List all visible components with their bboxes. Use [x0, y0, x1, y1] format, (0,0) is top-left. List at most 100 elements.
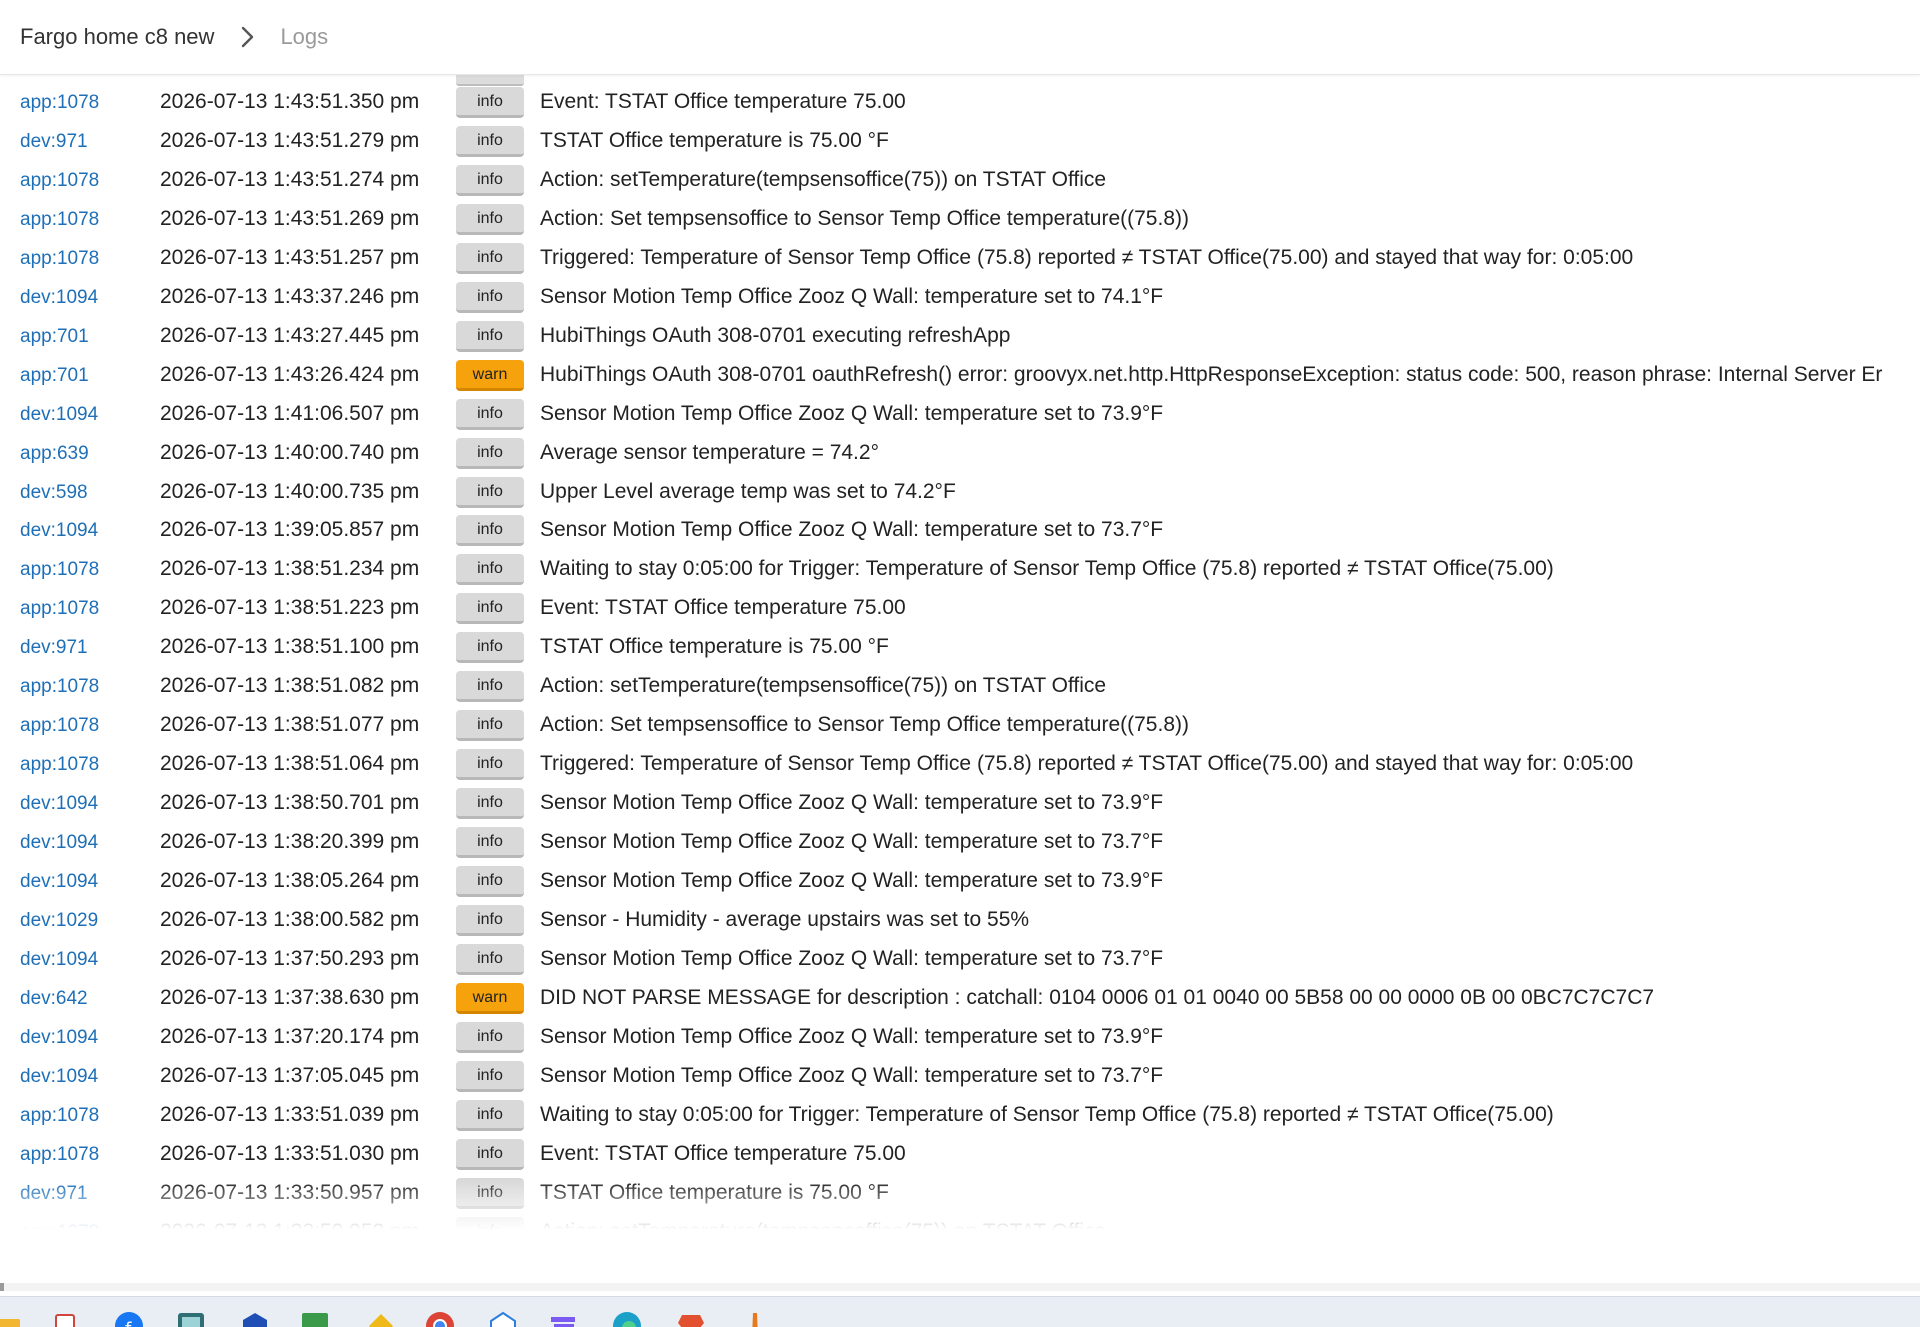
log-source-link[interactable]: app:1078: [20, 676, 99, 698]
log-timestamp: 2026-07-13 1:40:00.740 pm: [160, 440, 420, 464]
log-row: dev:971 2026-07-13 1:43:51.279 pm info TSTA…: [0, 123, 1920, 162]
log-row: dev:971 2026-07-13 1:38:51.100 pm info TSTA…: [0, 629, 1920, 668]
scrollbar-thumb[interactable]: [0, 1283, 4, 1291]
log-timestamp: 2026-07-13 1:41:06.507 pm: [160, 401, 420, 425]
terminal-app-icon[interactable]: [176, 1311, 206, 1327]
log-source-link[interactable]: app:1078: [20, 92, 99, 114]
log-message: Sensor Motion Temp Office Zooz Q Wall: t…: [540, 1024, 1164, 1048]
horizontal-scrollbar[interactable]: [0, 1283, 1920, 1291]
log-source-link[interactable]: app:639: [20, 443, 89, 465]
log-level-badge: info: [456, 125, 524, 157]
log-level-badge: info: [456, 1138, 524, 1170]
log-level-badge: info: [456, 87, 524, 118]
log-source-link[interactable]: app:1078: [20, 715, 99, 737]
stack-app-icon[interactable]: [548, 1311, 578, 1327]
log-message: Sensor - Humidity - average upstairs was…: [540, 907, 1030, 931]
log-row: app:1078 2026-07-13 1:33:51.039 pm info Wai…: [0, 1097, 1920, 1136]
log-source-link[interactable]: app:1078: [20, 248, 99, 270]
log-source-link[interactable]: app:1078: [20, 1105, 99, 1127]
log-timestamp: 2026-07-13 1:38:51.064 pm: [160, 752, 420, 776]
log-row: dev:1094 2026-07-13 1:38:05.264 pm info Sen…: [0, 863, 1920, 902]
log-timestamp: 2026-07-13 1:38:50.701 pm: [160, 791, 420, 815]
log-source-link[interactable]: app:1078: [20, 1144, 99, 1166]
log-message: Waiting to stay 0:05:00 for Trigger: Tem…: [540, 1102, 1554, 1126]
log-source-link[interactable]: app:1078: [20, 598, 99, 620]
log-source-link[interactable]: dev:971: [20, 637, 88, 659]
log-level-badge: warn: [456, 982, 524, 1014]
log-row: app:1078 2026-07-13 1:33:51.030 pm info Eve…: [0, 1136, 1920, 1175]
log-source-link[interactable]: dev:1094: [20, 287, 98, 309]
log-row: app:701 2026-07-13 1:43:26.424 pm warn Hubi…: [0, 357, 1920, 396]
log-message: Event: TSTAT Office temperature 75.00: [540, 90, 906, 113]
log-row: app:1078 2026-07-13 1:38:51.064 pm info Tri…: [0, 746, 1920, 785]
log-level-badge: warn: [456, 359, 524, 391]
log-source-link[interactable]: dev:1094: [20, 404, 98, 426]
breadcrumb-current: Logs: [280, 24, 329, 49]
log-source-link[interactable]: app:1078: [20, 754, 99, 776]
log-source-link[interactable]: dev:1094: [20, 793, 98, 815]
log-timestamp: 2026-07-13 1:43:26.424 pm: [160, 362, 420, 386]
log-level-badge: info: [456, 866, 524, 897]
log-message: Sensor Motion Temp Office Zooz Q Wall: t…: [540, 401, 1164, 425]
log-message: HubiThings OAuth 308-0701 executing refr…: [540, 323, 1011, 347]
file-explorer-icon[interactable]: [0, 1311, 22, 1327]
log-source-link[interactable]: dev:1094: [20, 949, 98, 971]
breadcrumb-home[interactable]: Fargo home c8 new: [20, 24, 214, 50]
log-row: app:1078 2026-07-13 1:43:51.350 pm info Eve…: [0, 84, 1920, 123]
edge-icon[interactable]: [612, 1311, 642, 1327]
notes-app-icon[interactable]: [50, 1311, 80, 1327]
log-row: dev:1094 2026-07-13 1:43:37.246 pm info Sen…: [0, 279, 1920, 318]
log-level-badge: info: [456, 632, 524, 664]
cloud-drive-icon[interactable]: [366, 1311, 396, 1327]
log-source-link[interactable]: app:1078: [20, 209, 99, 231]
log-list: app:1078 2026-07-13 1:43:51.350 pm info Eve…: [0, 74, 1920, 1270]
log-message: Triggered: Temperature of Sensor Temp Of…: [540, 752, 1634, 776]
log-source-link[interactable]: app:701: [20, 326, 89, 348]
log-source-link[interactable]: app:1078: [20, 170, 99, 192]
log-level-badge: info: [456, 904, 524, 936]
log-row: app:639 2026-07-13 1:40:00.740 pm info Aver…: [0, 435, 1920, 474]
log-timestamp: 2026-07-13 1:37:50.293 pm: [160, 946, 420, 970]
log-message: Sensor Motion Temp Office Zooz Q Wall: t…: [540, 830, 1164, 854]
log-message: Sensor Motion Temp Office Zooz Q Wall: t…: [540, 284, 1164, 308]
log-message: Event: TSTAT Office temperature 75.00: [540, 596, 906, 620]
log-row: dev:642 2026-07-13 1:37:38.630 pm warn DID …: [0, 980, 1920, 1019]
log-timestamp: 2026-07-13 1:43:51.350 pm: [160, 90, 420, 113]
log-message: Upper Level average temp was set to 74.2…: [540, 479, 956, 503]
log-timestamp: 2026-07-13 1:43:51.279 pm: [160, 128, 420, 152]
scroll-fade: [0, 1180, 1920, 1270]
log-source-link[interactable]: dev:1029: [20, 910, 98, 932]
log-source-link[interactable]: dev:971: [20, 131, 88, 153]
log-row: app:1078 2026-07-13 1:38:51.082 pm info Act…: [0, 668, 1920, 707]
log-row: app:1078 2026-07-13 1:43:51.274 pm info Act…: [0, 162, 1920, 201]
log-timestamp: 2026-07-13 1:43:27.445 pm: [160, 323, 420, 347]
log-row: app:1078 2026-07-13 1:38:51.234 pm info Wai…: [0, 551, 1920, 590]
log-source-link[interactable]: dev:598: [20, 482, 88, 504]
brave-icon[interactable]: [676, 1311, 706, 1327]
log-timestamp: 2026-07-13 1:39:05.857 pm: [160, 518, 420, 542]
log-row: dev:1094 2026-07-13 1:37:20.174 pm info Sen…: [0, 1019, 1920, 1058]
log-source-link[interactable]: dev:1094: [20, 1066, 98, 1088]
log-source-link[interactable]: dev:642: [20, 988, 88, 1010]
shield-app-icon[interactable]: [240, 1311, 270, 1327]
log-source-link[interactable]: app:1078: [20, 559, 99, 581]
log-message: Action: Set tempsensoffice to Sensor Tem…: [540, 713, 1189, 737]
paint-app-icon[interactable]: [740, 1311, 770, 1327]
log-source-link[interactable]: dev:1094: [20, 1027, 98, 1049]
log-source-link[interactable]: dev:1094: [20, 832, 98, 854]
log-source-link[interactable]: dev:1094: [20, 520, 98, 542]
log-source-link[interactable]: dev:1094: [20, 871, 98, 893]
log-timestamp: 2026-07-13 1:37:05.045 pm: [160, 1063, 420, 1087]
log-timestamp: 2026-07-13 1:43:51.274 pm: [160, 167, 420, 191]
log-message: Event: TSTAT Office temperature 75.00: [540, 1141, 906, 1165]
facebook-icon[interactable]: f: [114, 1311, 144, 1327]
log-timestamp: 2026-07-13 1:38:00.582 pm: [160, 907, 420, 931]
log-source-link[interactable]: app:701: [20, 365, 89, 387]
spreadsheet-app-icon[interactable]: [300, 1311, 330, 1327]
log-timestamp: 2026-07-13 1:38:51.082 pm: [160, 674, 420, 698]
log-level-badge: info: [456, 671, 524, 703]
log-message: Sensor Motion Temp Office Zooz Q Wall: t…: [540, 791, 1164, 815]
mail-app-icon[interactable]: [488, 1311, 518, 1327]
chrome-icon[interactable]: [425, 1311, 455, 1327]
log-level-badge: info: [456, 788, 524, 820]
